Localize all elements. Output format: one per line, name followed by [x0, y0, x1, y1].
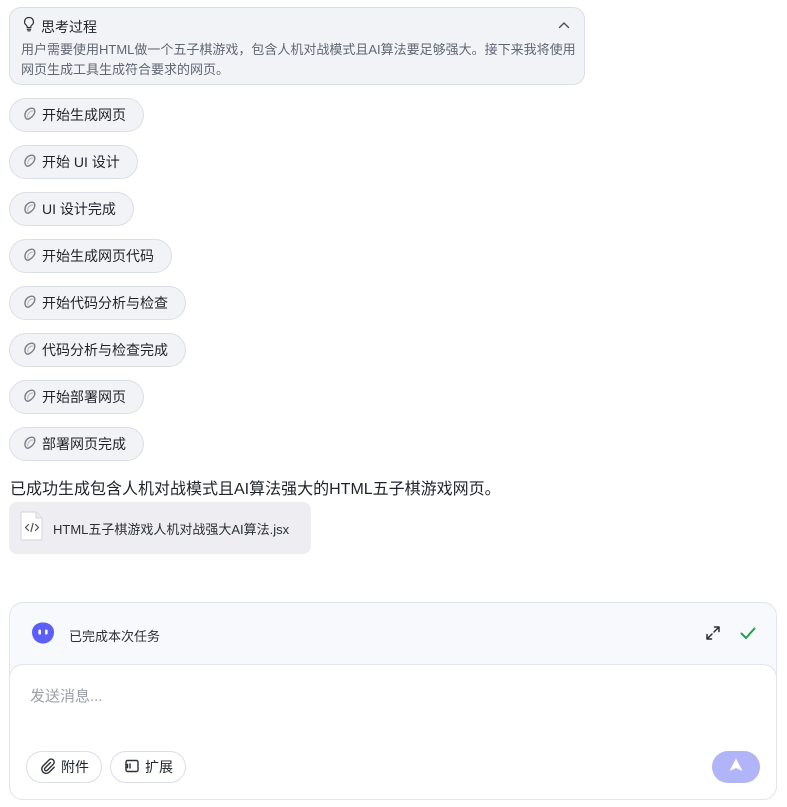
code-file-icon	[20, 511, 44, 546]
step-chip: 开始代码分析与检查	[9, 286, 186, 320]
bot-avatar-icon	[30, 621, 56, 650]
attach-label: 附件	[61, 759, 89, 775]
step-chip: 开始生成网页代码	[9, 239, 172, 273]
spinner-icon	[22, 153, 38, 172]
spinner-icon	[22, 106, 38, 125]
file-attachment-card[interactable]: HTML五子棋游戏人机对战强大AI算法.jsx	[9, 502, 311, 554]
attach-button[interactable]: 附件	[26, 751, 102, 783]
extend-label: 扩展	[145, 759, 173, 775]
thinking-text: 用户需要使用HTML做一个五子棋游戏，包含人机对战模式且AI算法要足够强大。接下…	[21, 42, 576, 77]
step-label: 代码分析与检查完成	[42, 342, 168, 358]
thinking-header[interactable]: 思考过程	[21, 16, 97, 37]
step-label: 开始部署网页	[42, 389, 126, 405]
step-label: 部署网页完成	[42, 436, 126, 452]
step-label: UI 设计完成	[42, 201, 116, 217]
step-chip: 开始生成网页	[9, 98, 144, 132]
spinner-icon	[22, 435, 38, 454]
plugin-icon	[123, 757, 141, 778]
status-text: 已完成本次任务	[69, 629, 161, 644]
spinner-icon	[22, 294, 38, 313]
step-label: 开始生成网页代码	[42, 248, 154, 264]
spinner-icon	[22, 388, 38, 407]
message-composer: 附件 扩展	[9, 664, 777, 800]
thinking-title: 思考过程	[41, 18, 97, 35]
result-message: 已成功生成包含人机对战模式且AI算法强大的HTML五子棋游戏网页。	[10, 481, 501, 498]
step-label: 开始 UI 设计	[42, 154, 120, 170]
step-chip: 代码分析与检查完成	[9, 333, 186, 367]
lightbulb-icon	[21, 16, 37, 37]
step-chip: 开始部署网页	[9, 380, 144, 414]
step-label: 开始代码分析与检查	[42, 295, 168, 311]
expand-icon[interactable]	[704, 624, 722, 642]
extend-button[interactable]: 扩展	[110, 751, 186, 783]
spinner-icon	[22, 247, 38, 266]
step-chip: 开始 UI 设计	[9, 145, 138, 179]
step-label: 开始生成网页	[42, 107, 126, 123]
message-input[interactable]	[30, 683, 730, 709]
file-name: HTML五子棋游戏人机对战强大AI算法.jsx	[53, 521, 290, 537]
task-status: 已完成本次任务	[30, 621, 160, 650]
send-button[interactable]	[712, 751, 760, 783]
paperclip-icon	[39, 757, 57, 778]
step-chip: UI 设计完成	[9, 192, 134, 226]
thinking-panel: 思考过程 用户需要使用HTML做一个五子棋游戏，包含人机对战模式且AI算法要足够…	[9, 7, 585, 85]
send-arrow-icon	[727, 756, 745, 779]
chevron-up-icon[interactable]	[556, 17, 572, 33]
spinner-icon	[22, 200, 38, 219]
spinner-icon	[22, 341, 38, 360]
task-panel: 已完成本次任务 附件 扩展	[9, 602, 777, 800]
check-icon	[738, 623, 758, 643]
step-chip: 部署网页完成	[9, 427, 144, 461]
